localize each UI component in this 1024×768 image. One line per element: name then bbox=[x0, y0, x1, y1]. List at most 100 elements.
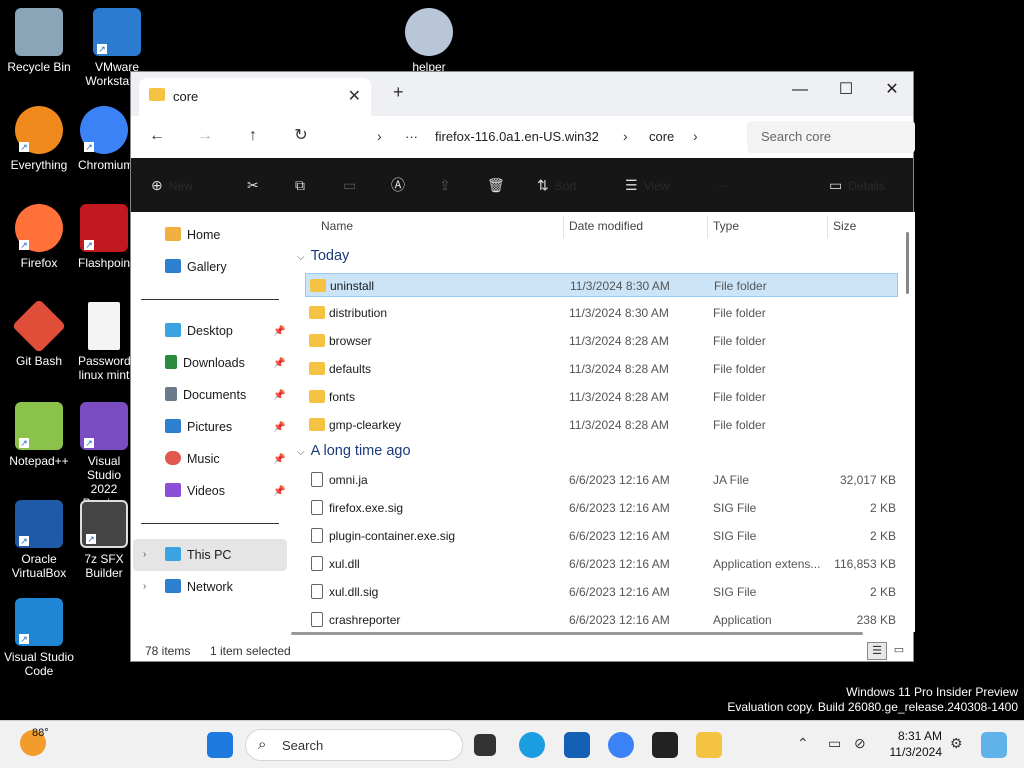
list-item[interactable]: fonts 11/3/2024 8:28 AM File folder bbox=[305, 385, 898, 409]
pin-icon[interactable]: 📌 bbox=[273, 358, 285, 369]
chevron-right-icon[interactable]: › bbox=[143, 576, 146, 598]
minimize-button[interactable]: — bbox=[777, 76, 823, 104]
chromium-taskbar-icon[interactable] bbox=[608, 732, 634, 758]
new-button[interactable]: ⊕ New bbox=[151, 175, 193, 195]
address-bar[interactable]: › ··· firefox-116.0a1.en-US.win32 › core… bbox=[331, 121, 723, 153]
store-icon[interactable] bbox=[564, 732, 590, 758]
copilot-icon[interactable] bbox=[981, 732, 1007, 758]
column-header-type[interactable]: Type bbox=[713, 219, 739, 233]
chromium-icon: ↗ bbox=[80, 106, 128, 154]
7z-taskbar-icon[interactable] bbox=[652, 732, 678, 758]
close-button[interactable]: ✕ bbox=[869, 76, 915, 104]
tab-close-button[interactable]: ✕ bbox=[348, 86, 361, 106]
desktop-icon-everything[interactable]: ↗ Everything bbox=[1, 106, 77, 172]
pin-icon[interactable]: 📌 bbox=[273, 486, 285, 497]
notification-icon[interactable]: ⚙ bbox=[950, 735, 963, 752]
column-divider[interactable] bbox=[563, 216, 564, 238]
network-status-icon[interactable]: ⊘ bbox=[854, 735, 866, 752]
desktop-icon-label: Firefox bbox=[20, 256, 58, 270]
back-button[interactable]: ← bbox=[145, 124, 169, 148]
start-button[interactable] bbox=[207, 732, 233, 758]
vertical-scrollbar[interactable] bbox=[906, 232, 909, 294]
list-item[interactable]: crashreporter 6/6/2023 12:16 AM Applicatio… bbox=[305, 608, 898, 628]
breadcrumb-more[interactable]: ··· bbox=[405, 129, 418, 144]
share-button[interactable]: ⇪ bbox=[439, 175, 451, 195]
sort-button[interactable]: ⇅ Sort bbox=[537, 175, 577, 195]
column-header-name[interactable]: Name bbox=[321, 219, 353, 233]
search-input[interactable]: Search core bbox=[747, 121, 915, 153]
desktop-icon-firefox[interactable]: ↗ Firefox bbox=[1, 204, 77, 270]
sidebar-item-documents[interactable]: Documents bbox=[165, 384, 246, 406]
column-divider[interactable] bbox=[827, 216, 828, 238]
list-item[interactable]: xul.dll 6/6/2023 12:16 AM Application exte… bbox=[305, 552, 898, 576]
desktop-icon-virtualbox[interactable]: ↗ Oracle VirtualBox bbox=[1, 500, 77, 580]
sidebar-item-desktop[interactable]: Desktop bbox=[165, 320, 233, 342]
list-item[interactable]: distribution 11/3/2024 8:30 AM File folder bbox=[305, 301, 898, 325]
desktop-icon-visual-studio[interactable]: ↗ Visual Studio 2022 Preview bbox=[78, 402, 130, 510]
list-item[interactable]: browser 11/3/2024 8:28 AM File folder bbox=[305, 329, 898, 353]
chevron-right-icon[interactable]: › bbox=[143, 544, 146, 566]
desktop-icon-recycle-bin[interactable]: Recycle Bin bbox=[1, 8, 77, 74]
group-header-today[interactable]: ⌵ Today bbox=[297, 248, 349, 264]
more-button[interactable]: ··· bbox=[715, 175, 729, 195]
group-header-older[interactable]: ⌵ A long time ago bbox=[297, 443, 411, 459]
breadcrumb-core[interactable]: core bbox=[649, 129, 674, 144]
maximize-button[interactable]: ☐ bbox=[823, 76, 869, 104]
list-item[interactable]: uninstall 11/3/2024 8:30 AM File folder bbox=[305, 273, 898, 297]
weather-widget[interactable]: 88° bbox=[20, 727, 49, 756]
desktop-icon-password[interactable]: Password linux mint bbox=[78, 302, 130, 382]
desktop-icon-vscode[interactable]: ↗ Visual Studio Code bbox=[1, 598, 77, 678]
sidebar-item-videos[interactable]: Videos bbox=[165, 480, 225, 502]
clock[interactable]: 8:31 AM 11/3/2024 bbox=[880, 728, 943, 760]
desktop-icon-notepadpp[interactable]: ↗ Notepad++ bbox=[1, 402, 77, 468]
sidebar-item-pictures[interactable]: Pictures bbox=[165, 416, 232, 438]
taskbar-search[interactable]: ⌕ Search bbox=[245, 729, 463, 761]
desktop-icon-chromium[interactable]: ↗ Chromium bbox=[78, 106, 130, 172]
new-tab-button[interactable]: + bbox=[393, 82, 404, 103]
rename-button[interactable]: Ⓐ bbox=[391, 175, 405, 195]
chevron-up-icon[interactable]: ⌃ bbox=[797, 735, 809, 752]
desktop-icon-git-bash[interactable]: Git Bash bbox=[1, 298, 77, 368]
list-item[interactable]: xul.dll.sig 6/6/2023 12:16 AM SIG File 2 KB bbox=[305, 580, 898, 604]
details-view-button[interactable]: ☰ bbox=[867, 642, 887, 660]
file-explorer-taskbar-icon[interactable] bbox=[696, 732, 722, 758]
column-header-date[interactable]: Date modified bbox=[569, 219, 643, 233]
paste-button[interactable]: ▭ bbox=[343, 175, 356, 195]
delete-button[interactable]: 🗑 bbox=[487, 175, 505, 195]
view-button[interactable]: ☰ View bbox=[625, 175, 669, 195]
pin-icon[interactable]: 📌 bbox=[273, 454, 285, 465]
edge-icon[interactable] bbox=[519, 732, 545, 758]
list-item[interactable]: firefox.exe.sig 6/6/2023 12:16 AM SIG File… bbox=[305, 496, 898, 520]
details-button[interactable]: ▭ Details bbox=[829, 175, 885, 195]
up-button[interactable]: ↑ bbox=[241, 124, 265, 148]
copy-button[interactable]: ⧉ bbox=[295, 175, 305, 195]
tab-core[interactable]: core ✕ bbox=[139, 78, 371, 116]
column-divider[interactable] bbox=[707, 216, 708, 238]
pin-icon[interactable]: 📌 bbox=[273, 422, 285, 433]
list-item[interactable]: gmp-clearkey 11/3/2024 8:28 AM File folder bbox=[305, 413, 898, 437]
forward-button[interactable]: → bbox=[193, 124, 217, 148]
sidebar-item-network[interactable]: Network bbox=[165, 576, 233, 598]
sidebar-item-downloads[interactable]: Downloads bbox=[165, 352, 245, 374]
pin-icon[interactable]: 📌 bbox=[273, 326, 285, 337]
sidebar-item-this-pc[interactable]: This PC bbox=[165, 544, 231, 566]
list-item[interactable]: defaults 11/3/2024 8:28 AM File folder bbox=[305, 357, 898, 381]
sidebar-item-music[interactable]: Music bbox=[165, 448, 220, 470]
refresh-button[interactable]: ↻ bbox=[289, 124, 313, 148]
desktop-icon-7z-sfx[interactable]: ↗ 7z SFX Builder bbox=[78, 500, 130, 580]
task-view-icon[interactable] bbox=[474, 734, 496, 756]
desktop-icon-flashpoint[interactable]: ↗ Flashpoint bbox=[78, 204, 130, 270]
list-item[interactable]: plugin-container.exe.sig 6/6/2023 12:16 A… bbox=[305, 524, 898, 548]
list-item[interactable]: omni.ja 6/6/2023 12:16 AM JA File 32,017 KB bbox=[305, 468, 898, 492]
cut-button[interactable]: ✂ bbox=[247, 175, 259, 195]
desktop-icon-helper[interactable]: helper bbox=[391, 8, 467, 74]
column-header-size[interactable]: Size bbox=[833, 219, 856, 233]
breadcrumb-firefox[interactable]: firefox-116.0a1.en-US.win32 bbox=[435, 129, 599, 144]
trash-icon: 🗑 bbox=[487, 177, 505, 193]
tiles-view-button[interactable]: ▭ bbox=[889, 642, 909, 660]
horizontal-scrollbar[interactable] bbox=[291, 632, 863, 635]
sidebar-item-gallery[interactable]: Gallery bbox=[165, 256, 227, 278]
display-icon[interactable]: ▭ bbox=[828, 735, 841, 752]
sidebar-item-home[interactable]: Home bbox=[165, 224, 220, 246]
pin-icon[interactable]: 📌 bbox=[273, 390, 285, 401]
